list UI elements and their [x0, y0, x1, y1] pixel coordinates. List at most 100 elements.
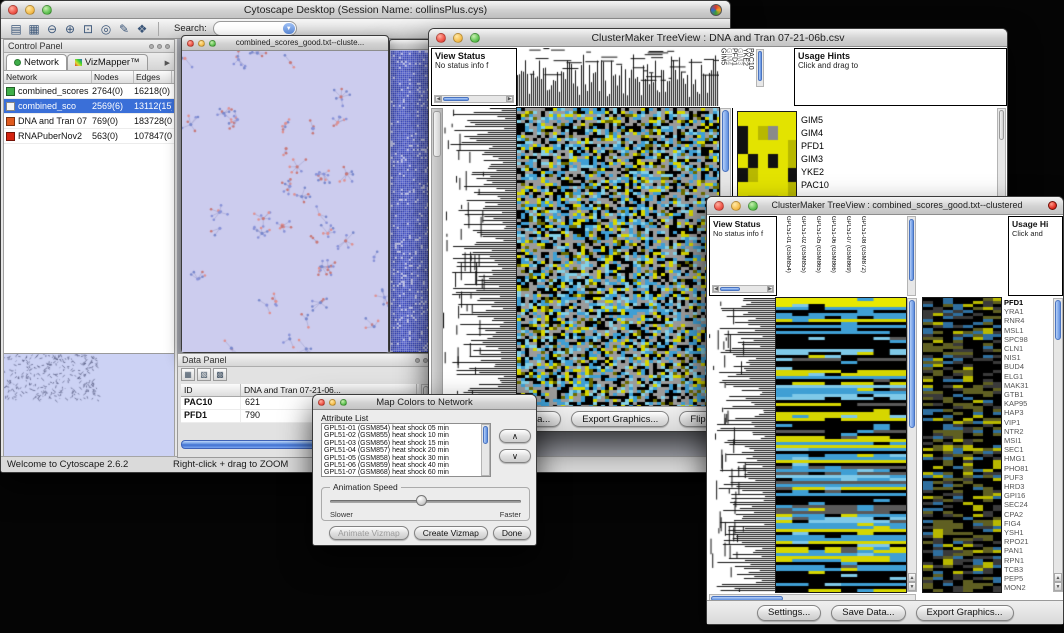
attribute-create-icon[interactable]: ▧	[197, 368, 211, 381]
close-button[interactable]	[8, 5, 18, 15]
gene-label[interactable]: TCB3	[1004, 565, 1052, 574]
tv2-column-label[interactable]: GPL51-06 (GSM866)	[828, 216, 836, 296]
view-status-hscrollbar[interactable]: ◀ ▶	[712, 285, 774, 293]
dialog-action-button[interactable]: Create Vizmap	[414, 526, 488, 540]
minimize-button[interactable]	[329, 399, 336, 406]
zoom-out-icon[interactable]: ⊖	[43, 20, 61, 37]
scroll-thumb[interactable]	[1055, 300, 1061, 340]
network-table-header-cell[interactable]: Edges	[134, 71, 172, 83]
zoom-button[interactable]	[340, 399, 347, 406]
tv1-action-button[interactable]: Export Graphics...	[571, 411, 669, 427]
scroll-thumb[interactable]	[483, 426, 488, 444]
tv2-action-button[interactable]: Settings...	[757, 605, 821, 621]
tv2-row-dendrogram[interactable]	[709, 298, 775, 592]
dialog-action-button[interactable]: Done	[493, 526, 531, 540]
gene-label[interactable]: MSI1	[1004, 436, 1052, 445]
tv2-column-label[interactable]: GPL51-02 (GSM855)	[798, 216, 806, 296]
gene-label[interactable]: VIP1	[1004, 418, 1052, 427]
attribute-list-scrollbar[interactable]	[481, 424, 490, 476]
scroll-thumb[interactable]	[433, 111, 441, 157]
dialog-action-button[interactable]: Animate Vizmap	[329, 526, 409, 540]
zoom-in-icon[interactable]: ⊕	[61, 20, 79, 37]
tv2-column-label[interactable]: GPL51-07 (GSM869)	[843, 216, 851, 296]
network-row[interactable]: DNA and Tran 07 769(0) 183728(0)	[4, 114, 174, 129]
network-overview-canvas[interactable]	[4, 354, 174, 457]
annotation-icon[interactable]: ✎	[115, 20, 133, 37]
tv2-column-label[interactable]: GPL51-08 (GSM872)	[858, 216, 866, 296]
panel-float-icon[interactable]	[149, 44, 154, 49]
panel-hide-icon[interactable]	[157, 44, 162, 49]
close-button[interactable]	[436, 33, 446, 43]
gene-label[interactable]: CLN1	[1004, 344, 1052, 353]
gene-label[interactable]: SPC98	[1004, 335, 1052, 344]
zoom-selected-icon[interactable]: ◎	[97, 20, 115, 37]
search-dropdown-icon[interactable]: ▼	[283, 23, 295, 34]
minimize-button[interactable]	[453, 33, 463, 43]
scroll-thumb[interactable]	[722, 110, 729, 172]
scroll-thumb[interactable]	[909, 219, 914, 281]
save-session-icon[interactable]: ▦	[25, 20, 43, 37]
scroll-thumb[interactable]	[720, 287, 740, 291]
vizmapper-shortcut-icon[interactable]: ❖	[133, 20, 151, 37]
tv1-heatmap[interactable]	[517, 108, 719, 408]
move-up-button[interactable]: ∧	[499, 429, 531, 443]
panel-float-icon[interactable]	[415, 358, 420, 363]
tv2-action-button[interactable]: Export Graphics...	[916, 605, 1014, 621]
gene-label[interactable]: HAP3	[1004, 408, 1052, 417]
attribute-list-item[interactable]: GPL51-06 (GSM859) heat shock 40 min	[324, 462, 488, 469]
scroll-thumb[interactable]	[999, 110, 1004, 140]
tv2-action-button[interactable]: Save Data...	[831, 605, 905, 621]
gene-label[interactable]: CPA2	[1004, 510, 1052, 519]
tv2-heatmap-vscrollbar[interactable]: ▲ ▼	[907, 298, 917, 592]
network-row[interactable]: combined_sco 2569(6) 13112(15)	[4, 99, 174, 114]
attribute-list-item[interactable]: GPL51-01 (GSM854) heat shock 05 min	[324, 425, 488, 432]
tv1-row-label[interactable]: PAC10	[801, 179, 829, 192]
gene-label[interactable]: PFD1	[1004, 298, 1052, 307]
network-row[interactable]: RNAPuberNov2 563(0) 107847(0)	[4, 129, 174, 144]
tv1-row-label[interactable]: GIM5	[801, 114, 829, 127]
tab-network[interactable]: Network	[6, 54, 67, 70]
network-table-header-cell[interactable]: Network	[4, 71, 92, 83]
network-view-canvas[interactable]	[182, 51, 388, 352]
cytoscape-titlebar[interactable]: Cytoscape Desktop (Session Name: collins…	[1, 1, 730, 19]
scroll-up-icon[interactable]: ▲	[1054, 573, 1062, 582]
tab-vizmapper[interactable]: VizMapper™	[67, 54, 148, 70]
tv1-row-label[interactable]: GIM3	[801, 153, 829, 166]
zoom-fit-icon[interactable]: ⊡	[79, 20, 97, 37]
gene-label[interactable]: RPO21	[1004, 537, 1052, 546]
attribute-list-item[interactable]: GPL51-05 (GSM858) heat shock 30 min	[324, 455, 488, 462]
gene-label[interactable]: YRA1	[1004, 307, 1052, 316]
gene-label[interactable]: PEP5	[1004, 574, 1052, 583]
open-network-icon[interactable]: ▤	[7, 20, 25, 37]
panel-close-icon[interactable]	[165, 44, 170, 49]
gene-label[interactable]: HMG1	[1004, 454, 1052, 463]
gene-label[interactable]: ELG1	[1004, 372, 1052, 381]
scroll-up-icon[interactable]: ▲	[908, 573, 916, 582]
close-button[interactable]	[187, 40, 194, 47]
close-button[interactable]	[714, 201, 724, 211]
network-row[interactable]: combined_scores 2764(0) 16218(0)	[4, 84, 174, 99]
network-table-header-cell[interactable]: Nodes	[92, 71, 134, 83]
close-button[interactable]	[318, 399, 325, 406]
tv1-left-scrollbar[interactable]	[431, 108, 443, 408]
dense-network-canvas[interactable]	[390, 50, 430, 352]
tv1-column-label[interactable]: PAC10	[749, 48, 755, 106]
attribute-delete-icon[interactable]: ▩	[213, 368, 227, 381]
gene-label[interactable]: YSH1	[1004, 528, 1052, 537]
gene-label[interactable]: KAP95	[1004, 399, 1052, 408]
minimize-button[interactable]	[198, 40, 205, 47]
attribute-list-item[interactable]: GPL51-07 (GSM868) heat shock 60 min	[324, 469, 488, 476]
gene-label[interactable]: NTR2	[1004, 427, 1052, 436]
gene-label[interactable]: PHO81	[1004, 464, 1052, 473]
tab-overflow-icon[interactable]: ▶	[165, 59, 174, 70]
gene-label[interactable]: MON2	[1004, 583, 1052, 592]
tv1-row-label[interactable]: PFD1	[801, 140, 829, 153]
scroll-right-icon[interactable]: ▶	[767, 286, 773, 292]
attribute-select-icon[interactable]: ▦	[181, 368, 195, 381]
gene-label[interactable]: GPI16	[1004, 491, 1052, 500]
gene-label[interactable]: FIG4	[1004, 519, 1052, 528]
gene-label[interactable]: NIS1	[1004, 353, 1052, 362]
attribute-list-item[interactable]: GPL51-03 (GSM856) heat shock 15 min	[324, 440, 488, 447]
scroll-thumb[interactable]	[443, 97, 469, 101]
tv2-column-label[interactable]: GPL51-01 (GSM854)	[783, 216, 791, 296]
